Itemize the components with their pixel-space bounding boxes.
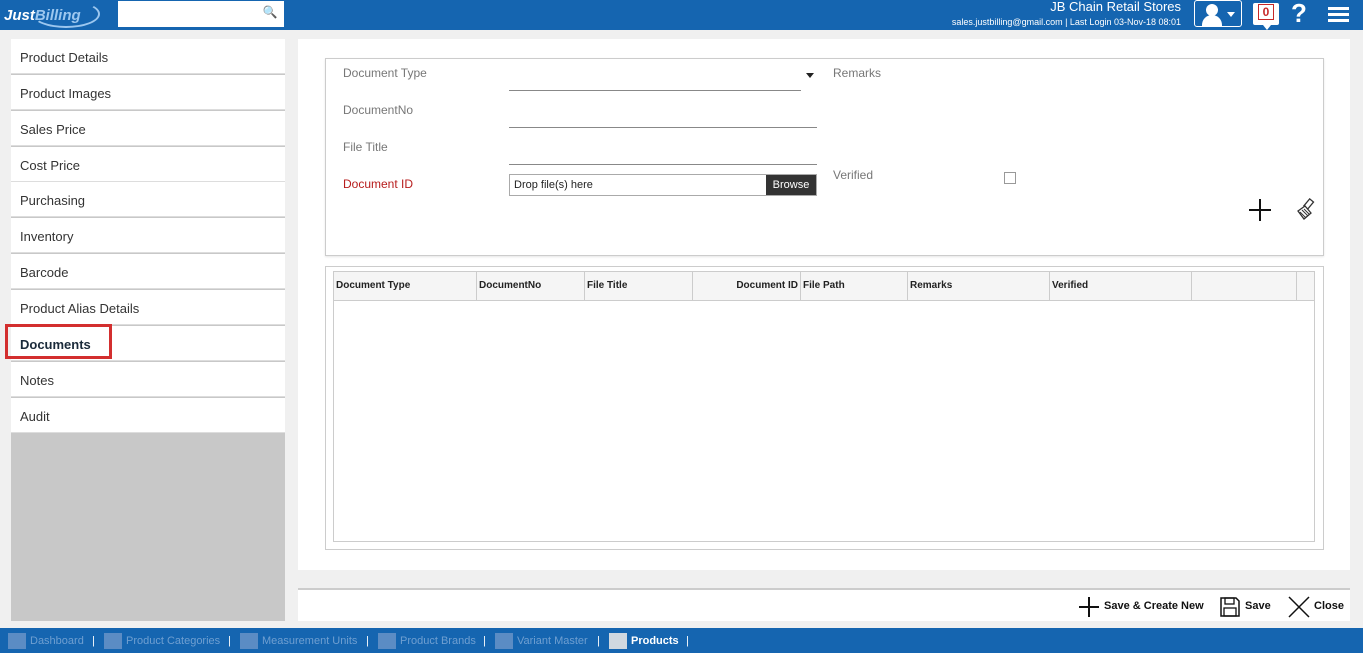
save-icon [1219,596,1241,618]
help-icon[interactable]: ? [1291,0,1307,29]
nav-separator: | [686,635,689,647]
close-button[interactable]: Close [1288,590,1344,623]
notification-count: 0 [1258,4,1274,20]
search-icon[interactable]: 🔍 [260,5,280,23]
top-bar: JustBilling 🔍 JB Chain Retail Stores sal… [0,0,1363,30]
browse-button[interactable]: Browse [766,175,816,195]
active-highlight [5,324,112,359]
column-header-document-no[interactable]: DocumentNo [477,272,585,301]
save-create-new-label: Save & Create New [1104,600,1204,612]
plus-icon [1078,596,1100,618]
sidebar-item-purchasing[interactable]: Purchasing [11,182,285,217]
document-type-select[interactable] [509,90,801,91]
close-icon [1288,596,1310,618]
nav-variant-master[interactable]: Variant Master [495,628,588,653]
units-icon [240,633,258,650]
nav-separator: | [228,635,231,647]
app-logo[interactable]: JustBilling [2,0,100,28]
login-info: sales.justbilling@gmail.com | Last Login… [951,17,1181,27]
document-id-label: Document ID [343,177,414,191]
brands-icon [378,633,396,650]
bottom-nav: Dashboard | Product Categories | Measure… [0,628,1363,653]
column-header-file-path[interactable]: File Path [801,272,908,301]
nav-separator: | [366,635,369,647]
sidebar-item-notes[interactable]: Notes [11,362,285,397]
close-label: Close [1314,600,1344,612]
sidebar-item-product-alias-details[interactable]: Product Alias Details [11,290,285,325]
document-form [325,58,1324,256]
nav-separator: | [92,635,95,647]
user-menu-button[interactable] [1194,0,1242,27]
add-icon[interactable] [1248,198,1272,222]
file-title-label: File Title [343,140,388,154]
documents-grid: Document Type DocumentNo File Title Docu… [333,271,1315,542]
store-name: JB Chain Retail Stores [1050,0,1181,14]
column-header-file-title[interactable]: File Title [585,272,693,301]
clear-brush-icon[interactable] [1294,197,1318,222]
column-header-verified[interactable]: Verified [1050,272,1192,301]
column-header-actions [1192,272,1297,301]
column-header-document-type[interactable]: Document Type [334,272,477,301]
sidebar-item-product-details[interactable]: Product Details [11,39,285,74]
nav-separator: | [483,635,486,647]
nav-product-brands[interactable]: Product Brands [378,628,476,653]
save-create-new-button[interactable]: Save & Create New [1078,590,1204,623]
document-no-field[interactable] [509,127,817,128]
grid-icon [495,633,513,650]
account-info: JB Chain Retail Stores sales.justbilling… [952,0,1181,27]
sidebar-item-product-images[interactable]: Product Images [11,75,285,110]
sidebar-item-inventory[interactable]: Inventory [11,218,285,253]
nav-measurement-units[interactable]: Measurement Units [240,628,357,653]
sidebar-item-documents[interactable]: Documents [5,324,285,361]
save-label: Save [1245,600,1271,612]
nav-dashboard[interactable]: Dashboard [8,628,84,653]
verified-checkbox[interactable] [1004,172,1016,184]
hamburger-menu-icon[interactable] [1328,7,1349,23]
chevron-down-icon [1227,12,1235,17]
notifications-button[interactable]: 0 [1253,3,1279,30]
dashboard-icon [8,633,26,650]
nav-products[interactable]: Products [609,628,679,653]
sidebar-item-sales-price[interactable]: Sales Price [11,111,285,146]
file-drop-placeholder: Drop file(s) here [514,179,593,191]
verified-label: Verified [833,168,874,182]
sidebar-item-audit[interactable]: Audit [11,398,285,433]
chevron-down-icon[interactable] [806,73,814,78]
sidebar: Product Details Product Images Sales Pri… [5,39,285,621]
column-header-document-id[interactable]: Document ID [693,272,801,301]
column-header-remarks[interactable]: Remarks [908,272,1050,301]
hierarchy-icon [104,633,122,650]
boxes-icon [609,633,627,650]
nav-product-categories[interactable]: Product Categories [104,628,220,653]
document-no-label: DocumentNo [343,103,414,117]
sidebar-item-cost-price[interactable]: Cost Price [11,147,285,182]
grid-header: Document Type DocumentNo File Title Docu… [334,272,1314,301]
remarks-label: Remarks [833,66,882,80]
save-button[interactable]: Save [1219,590,1271,623]
sidebar-item-barcode[interactable]: Barcode [11,254,285,289]
file-drop-zone[interactable]: Drop file(s) here Browse [509,174,817,196]
document-type-label: Document Type [343,66,427,80]
action-bar: Save & Create New Save Close [298,588,1350,621]
nav-separator: | [597,635,600,647]
file-title-field[interactable] [509,164,817,165]
